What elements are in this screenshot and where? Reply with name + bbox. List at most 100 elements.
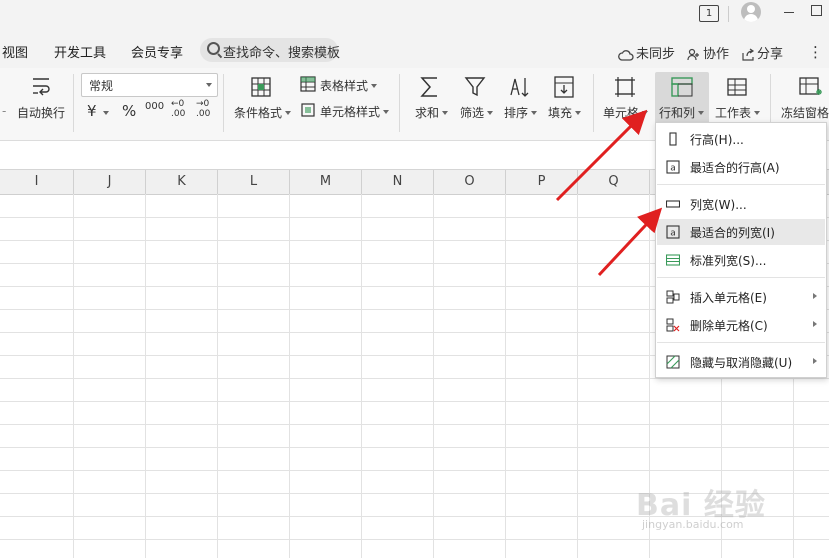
dec-decimal-top: →0 [196, 99, 210, 109]
grid-line [577, 194, 578, 558]
column-header-K[interactable]: K [146, 170, 218, 194]
share-button[interactable]: 分享 [741, 43, 783, 62]
search-icon [207, 42, 220, 55]
divider [73, 74, 74, 132]
thousands-button[interactable]: 000 [145, 101, 164, 112]
worksheet-label: 工作表 [715, 106, 752, 120]
divider [657, 277, 825, 278]
menu-item-standard-width[interactable]: 标准列宽(S)... [657, 247, 825, 273]
grid-line [0, 447, 829, 448]
worksheet-icon[interactable] [726, 76, 748, 98]
increase-decimal-button[interactable]: ←0.00 [171, 99, 185, 119]
tab-view[interactable]: 视图 [2, 42, 28, 61]
submenu-arrow-icon [813, 358, 817, 364]
divider [223, 74, 224, 132]
filter-label: 筛选 [460, 106, 485, 120]
chevron-down-icon [383, 110, 390, 114]
column-header-P[interactable]: P [506, 170, 578, 194]
table-style-button[interactable]: 表格样式 [320, 77, 378, 94]
grid-line [289, 194, 290, 558]
fill-button[interactable]: 填充 [548, 104, 582, 121]
menu-item-insert-cell[interactable]: 插入单元格(E) [657, 284, 825, 310]
maximize-icon[interactable] [811, 5, 822, 16]
conditional-format-icon[interactable] [250, 76, 272, 98]
column-header-Q[interactable]: Q [578, 170, 650, 194]
divider [657, 342, 825, 343]
minimize-icon[interactable] [784, 12, 794, 13]
more-icon[interactable]: ⋮ [808, 43, 823, 61]
freeze-panes-button[interactable]: 冻结窗格 [781, 104, 829, 121]
avatar[interactable] [741, 2, 761, 22]
title-bar: 1 [0, 0, 829, 30]
number-format-value: 常规 [89, 79, 114, 93]
command-search[interactable]: 查找命令、搜索模板 [200, 38, 340, 62]
chevron-down-icon [206, 83, 212, 87]
page-indicator[interactable]: 1 [699, 5, 719, 22]
cloud-icon [618, 50, 634, 61]
menu-item-column-width[interactable]: 列宽(W)... [657, 191, 825, 217]
menu-item-label: 插入单元格(E) [690, 291, 767, 305]
column-header-J[interactable]: J [74, 170, 146, 194]
divider [657, 184, 825, 185]
best-fit-row-icon: a [666, 160, 680, 174]
wrap-text-icon[interactable] [30, 76, 52, 98]
menu-item-hide-unhide[interactable]: 隐藏与取消隐藏(U) [657, 349, 825, 375]
menu-bar: 视图 开发工具 会员专享 查找命令、搜索模板 未同步 协作 分享 ⋮ [0, 30, 829, 68]
menu-item-best-fit-column[interactable]: a 最适合的列宽(I) [657, 219, 825, 245]
column-header-N[interactable]: N [362, 170, 434, 194]
chevron-down-icon [642, 111, 649, 115]
cell-style-icon[interactable] [300, 102, 316, 118]
sort-button[interactable]: 排序 [504, 104, 538, 121]
menu-item-delete-cell[interactable]: 删除单元格(C) [657, 312, 825, 338]
cell-icon[interactable] [614, 76, 636, 98]
sum-icon[interactable] [419, 75, 441, 99]
menu-item-best-fit-row[interactable]: a 最适合的行高(A) [657, 154, 825, 180]
cell-button[interactable]: 单元格 [603, 104, 649, 121]
row-col-icon[interactable] [670, 76, 694, 98]
cell-style-button[interactable]: 单元格样式 [320, 103, 390, 120]
conditional-format-button[interactable]: 条件格式 [234, 104, 292, 121]
grid-line [505, 194, 506, 558]
grid-line [0, 378, 829, 379]
chevron-down-icon [442, 111, 449, 115]
wrap-text-button[interactable]: 自动换行 [17, 104, 65, 121]
column-header-O[interactable]: O [434, 170, 506, 194]
column-width-icon [666, 200, 680, 208]
sum-button[interactable]: 求和 [415, 104, 449, 121]
sort-icon[interactable] [508, 75, 530, 99]
submenu-arrow-icon [813, 293, 817, 299]
search-input[interactable]: 查找命令、搜索模板 [223, 42, 340, 61]
chevron-down-icon[interactable] [103, 111, 109, 115]
divider [593, 74, 594, 132]
table-style-icon[interactable] [300, 76, 316, 92]
chevron-down-icon [487, 111, 494, 115]
sync-label: 未同步 [636, 47, 676, 62]
hide-unhide-icon [666, 355, 680, 369]
percent-button[interactable]: % [122, 102, 136, 120]
chevron-down-icon [285, 111, 292, 115]
number-format-select[interactable]: 常规 [81, 73, 218, 97]
collab-button[interactable]: 协作 [687, 43, 729, 62]
row-col-button[interactable]: 行和列 [659, 104, 705, 121]
menu-item-label: 列宽(W)... [690, 198, 747, 212]
filter-icon[interactable] [464, 75, 486, 99]
sum-label: 求和 [415, 106, 440, 120]
column-header-L[interactable]: L [218, 170, 290, 194]
grid-line [0, 424, 829, 425]
menu-item-row-height[interactable]: 行高(H)... [657, 126, 825, 152]
currency-button[interactable]: ¥ [87, 102, 97, 120]
sort-label: 排序 [504, 106, 529, 120]
sync-status[interactable]: 未同步 [618, 43, 675, 62]
decrease-decimal-button[interactable]: →0.00 [196, 99, 210, 119]
fill-icon[interactable] [553, 75, 575, 99]
conditional-format-label: 条件格式 [234, 106, 283, 120]
worksheet-button[interactable]: 工作表 [715, 104, 761, 121]
row-height-icon [669, 132, 677, 146]
tab-member[interactable]: 会员专享 [131, 42, 183, 61]
freeze-panes-icon[interactable] [798, 76, 822, 98]
column-header-M[interactable]: M [290, 170, 362, 194]
grid-line [217, 194, 218, 558]
column-header-I[interactable]: I [0, 170, 74, 194]
filter-button[interactable]: 筛选 [460, 104, 494, 121]
tab-developer[interactable]: 开发工具 [54, 42, 106, 61]
